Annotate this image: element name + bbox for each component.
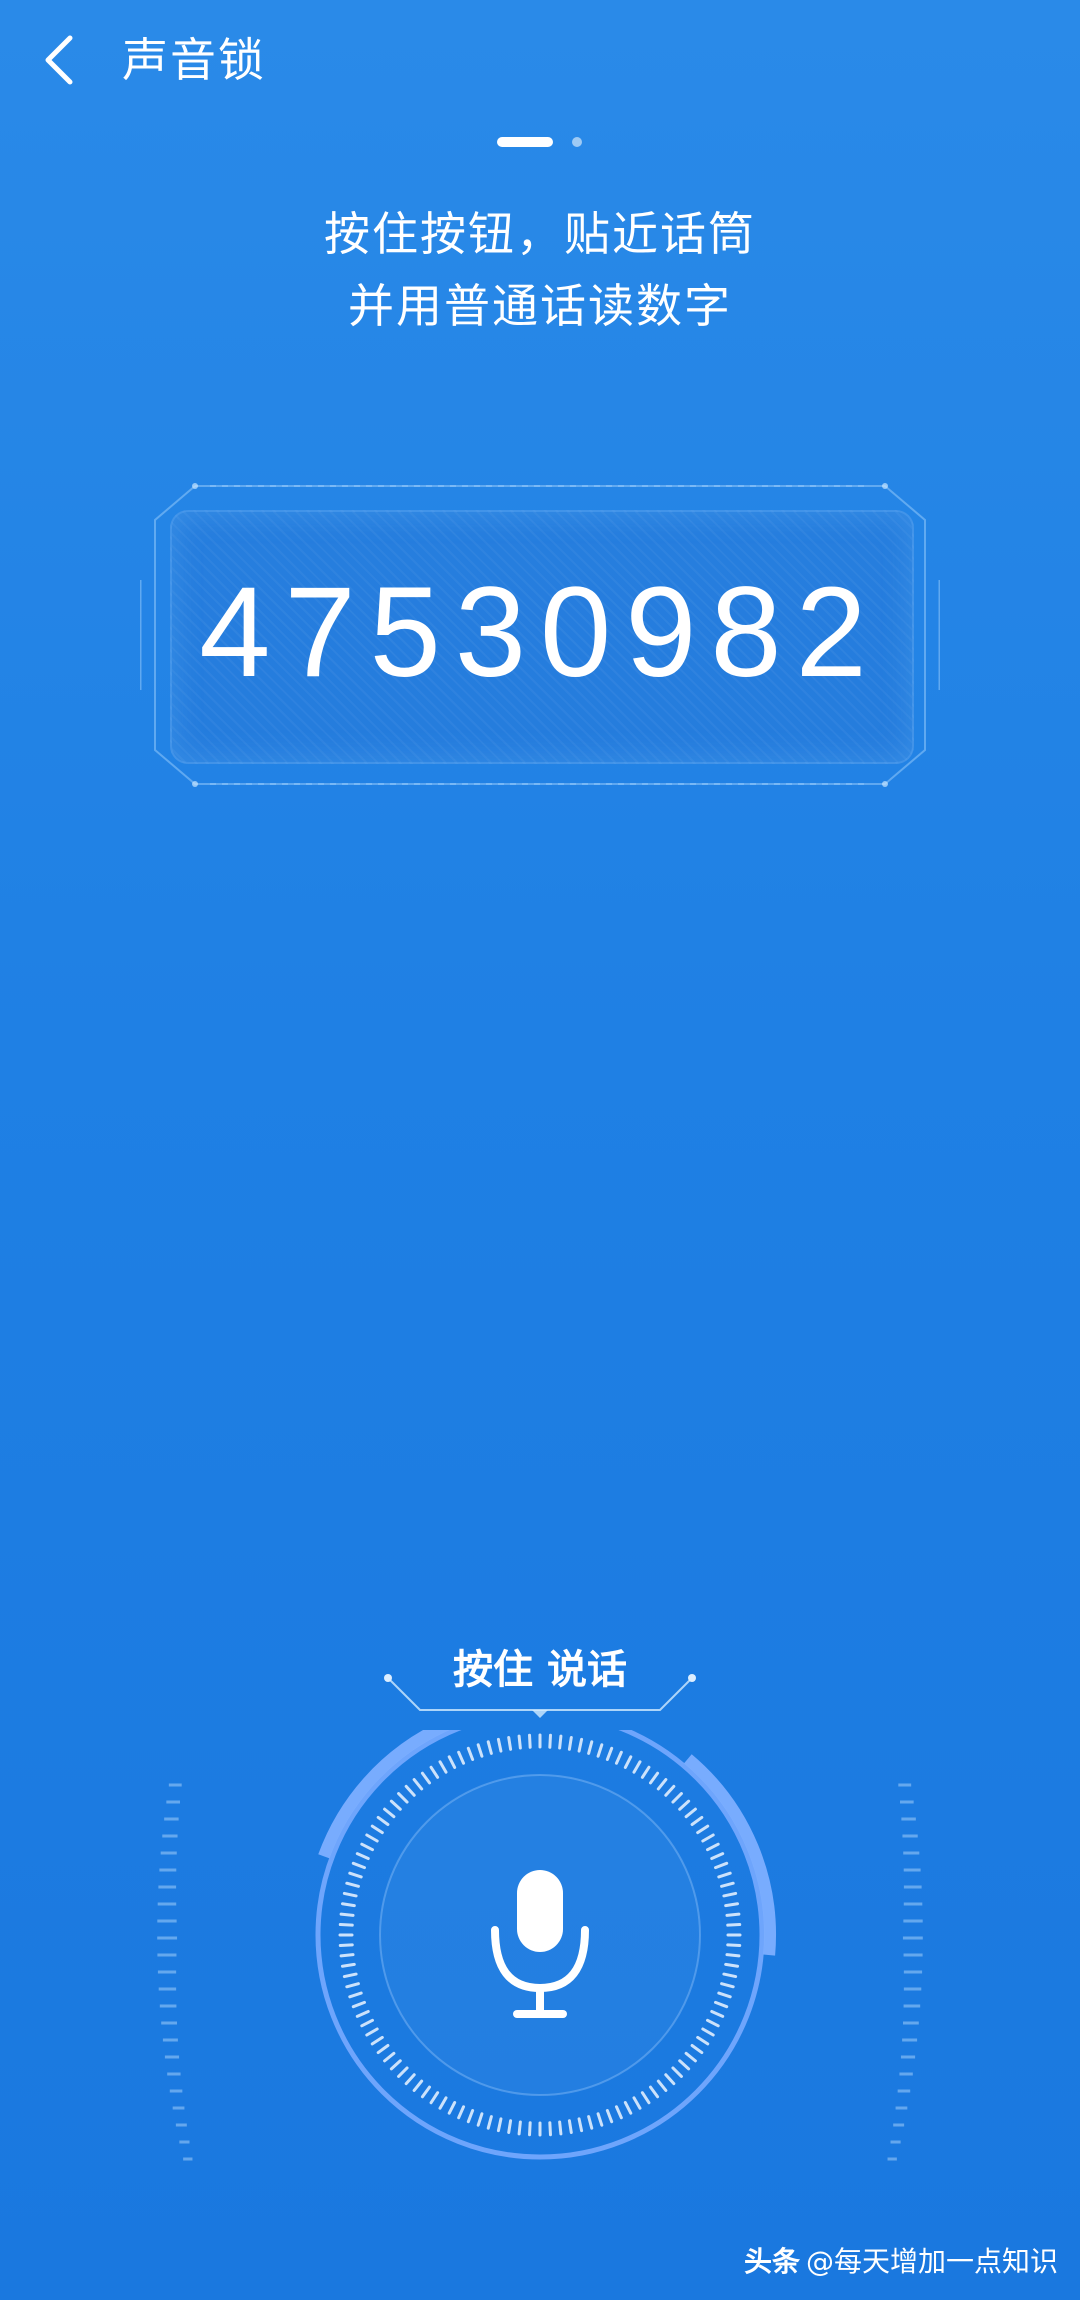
microphone-button[interactable]: [345, 1740, 735, 2130]
chevron-left-icon: [45, 35, 73, 85]
instruction-line-2: 并用普通话读数字: [348, 279, 732, 333]
watermark-brand: 头条: [743, 2245, 800, 2278]
microphone-icon: [491, 1870, 589, 2018]
instruction-line-1: 按住按钮，贴近话筒: [324, 207, 756, 261]
back-button[interactable]: [30, 25, 90, 95]
page-indicator-active: [497, 137, 553, 147]
watermark: 头条 @每天增加一点知识: [744, 2242, 1058, 2282]
watermark-account: @每天增加一点知识: [805, 2245, 1058, 2278]
verification-number: 47530982: [199, 561, 881, 704]
code-panel: 47530982: [140, 480, 940, 790]
microphone-area: [140, 1730, 940, 2200]
page-indicator: [0, 132, 1080, 152]
page-indicator-inactive: [572, 137, 582, 147]
app-header: 声音锁: [0, 0, 1080, 120]
label-bracket: [384, 1674, 696, 1718]
page-title: 声音锁: [122, 33, 266, 87]
